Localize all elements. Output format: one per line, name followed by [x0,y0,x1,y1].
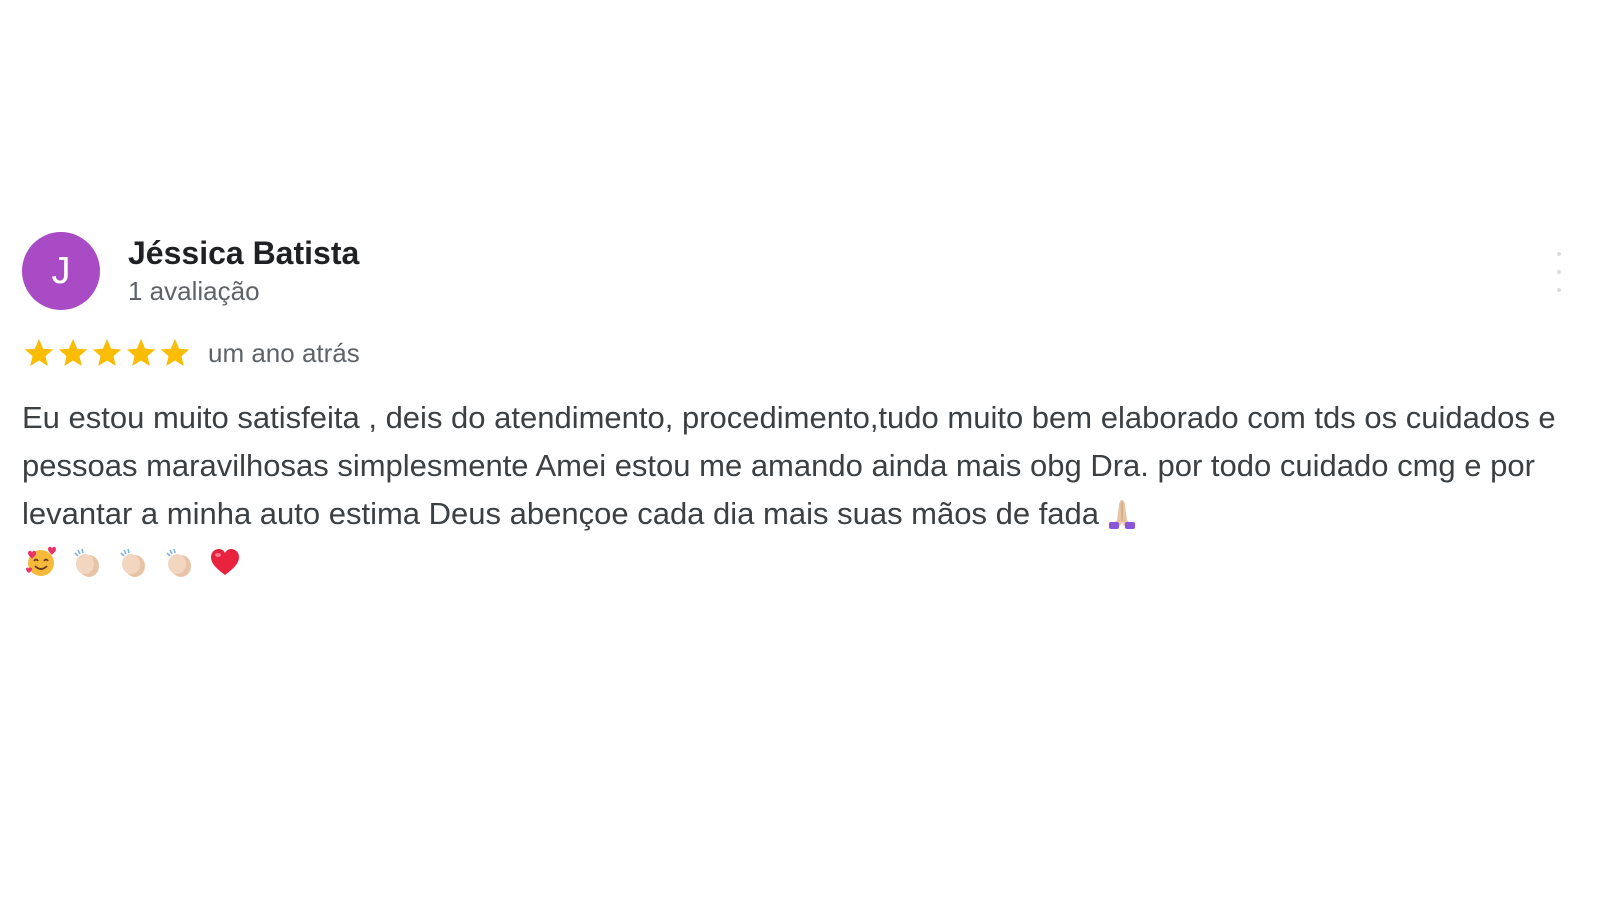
star-icon [24,338,54,367]
smiling-face-with-hearts-icon [26,546,56,576]
review-card: J Jéssica Batista 1 avaliação um ano atr… [22,232,1582,586]
author-name[interactable]: Jéssica Batista [128,234,359,272]
clapping-hands-icon [166,548,191,577]
author-info: Jéssica Batista 1 avaliação [128,234,359,308]
emoji-row [22,538,1567,586]
review-text-content: Eu estou muito satisfeita , deis do aten… [22,400,1556,531]
rating-row: um ano atrás [22,334,1582,372]
star-icon [160,338,190,367]
clapping-hands-icon [120,548,145,577]
star-icon [92,338,122,367]
author-review-count: 1 avaliação [128,276,260,306]
praying-hands-icon [1109,500,1136,529]
red-heart-icon [211,549,239,575]
star-rating [22,336,192,370]
avatar[interactable]: J [22,232,100,310]
more-vert-icon[interactable] [1556,252,1562,292]
star-icon [58,338,88,367]
clapping-hands-icon [74,548,99,577]
review-time: um ano atrás [208,337,360,368]
review-text: Eu estou muito satisfeita , deis do aten… [22,394,1567,586]
review-header: J Jéssica Batista 1 avaliação [22,232,1582,310]
star-icon [126,338,156,367]
